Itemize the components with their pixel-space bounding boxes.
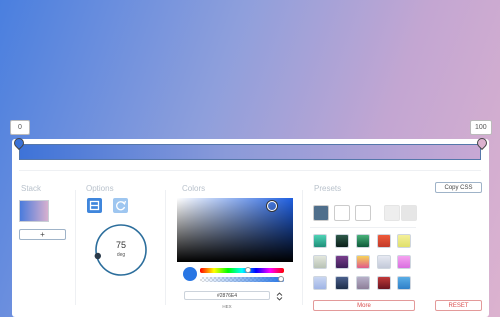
preset-gradient-swatch[interactable]: [356, 255, 370, 269]
recent-color-swatch[interactable]: [401, 205, 417, 221]
add-stack-button[interactable]: +: [19, 229, 66, 240]
preset-gradient-swatch[interactable]: [335, 234, 349, 248]
refresh-icon: [116, 200, 127, 211]
preset-gradient-swatch[interactable]: [397, 255, 411, 269]
right-stop-value-badge: 100: [470, 120, 492, 135]
recent-color-swatch[interactable]: [384, 205, 400, 221]
right-stop-value: 100: [475, 124, 487, 131]
preset-gradient-swatch[interactable]: [397, 276, 411, 290]
preset-gradient-swatch[interactable]: [377, 276, 391, 290]
column-divider: [165, 190, 166, 305]
recent-color-swatch[interactable]: [355, 205, 371, 221]
radial-mode-button[interactable]: [113, 198, 128, 213]
linear-gradient-icon: [89, 200, 100, 211]
hue-slider[interactable]: [200, 267, 284, 273]
angle-dial[interactable]: [93, 222, 149, 278]
preset-gradient-swatch[interactable]: [397, 234, 411, 248]
angle-unit: deg: [116, 252, 126, 258]
presets-divider: [310, 227, 416, 228]
left-stop-value-badge: 0: [10, 120, 30, 135]
preset-gradient-swatch[interactable]: [377, 255, 391, 269]
hex-input[interactable]: #2876E4: [184, 291, 270, 300]
stack-section-title: Stack: [21, 184, 42, 193]
recent-color-swatch[interactable]: [334, 205, 350, 221]
preset-gradient-swatch[interactable]: [313, 276, 327, 290]
preset-gradient-swatch[interactable]: [356, 276, 370, 290]
more-presets-button[interactable]: More: [313, 300, 415, 311]
alpha-slider-handle[interactable]: [278, 276, 284, 282]
preset-gradient-swatch[interactable]: [335, 276, 349, 290]
color-picker-cursor[interactable]: [267, 201, 277, 211]
color-mode-toggle-icon[interactable]: [276, 292, 283, 301]
copy-css-button[interactable]: Copy CSS: [435, 182, 482, 193]
saturation-brightness-picker[interactable]: [177, 198, 293, 262]
options-section-title: Options: [86, 184, 114, 193]
reset-button[interactable]: RESET: [435, 300, 482, 311]
gradient-preview-bar[interactable]: [19, 144, 481, 160]
angle-dial-knob[interactable]: [94, 252, 101, 260]
left-stop-value: 0: [18, 124, 22, 131]
current-color-preview: [183, 267, 197, 281]
preset-gradient-swatch[interactable]: [356, 234, 370, 248]
recent-color-swatch[interactable]: [313, 205, 329, 221]
colors-section-title: Colors: [182, 184, 206, 193]
preset-gradient-swatch[interactable]: [313, 255, 327, 269]
presets-section-title: Presets: [314, 184, 342, 193]
alpha-slider[interactable]: [200, 276, 284, 282]
preset-gradient-swatch[interactable]: [335, 255, 349, 269]
angle-value: 75: [115, 240, 126, 250]
column-divider: [75, 190, 76, 305]
hue-slider-handle[interactable]: [245, 267, 251, 273]
preset-gradient-swatch[interactable]: [377, 234, 391, 248]
stack-gradient-thumbnail[interactable]: [19, 200, 49, 222]
panel-divider: [19, 170, 481, 171]
preset-gradient-swatch[interactable]: [313, 234, 327, 248]
color-mode-label: HEX: [222, 304, 232, 309]
column-divider: [302, 190, 303, 305]
linear-mode-button[interactable]: [87, 198, 102, 213]
